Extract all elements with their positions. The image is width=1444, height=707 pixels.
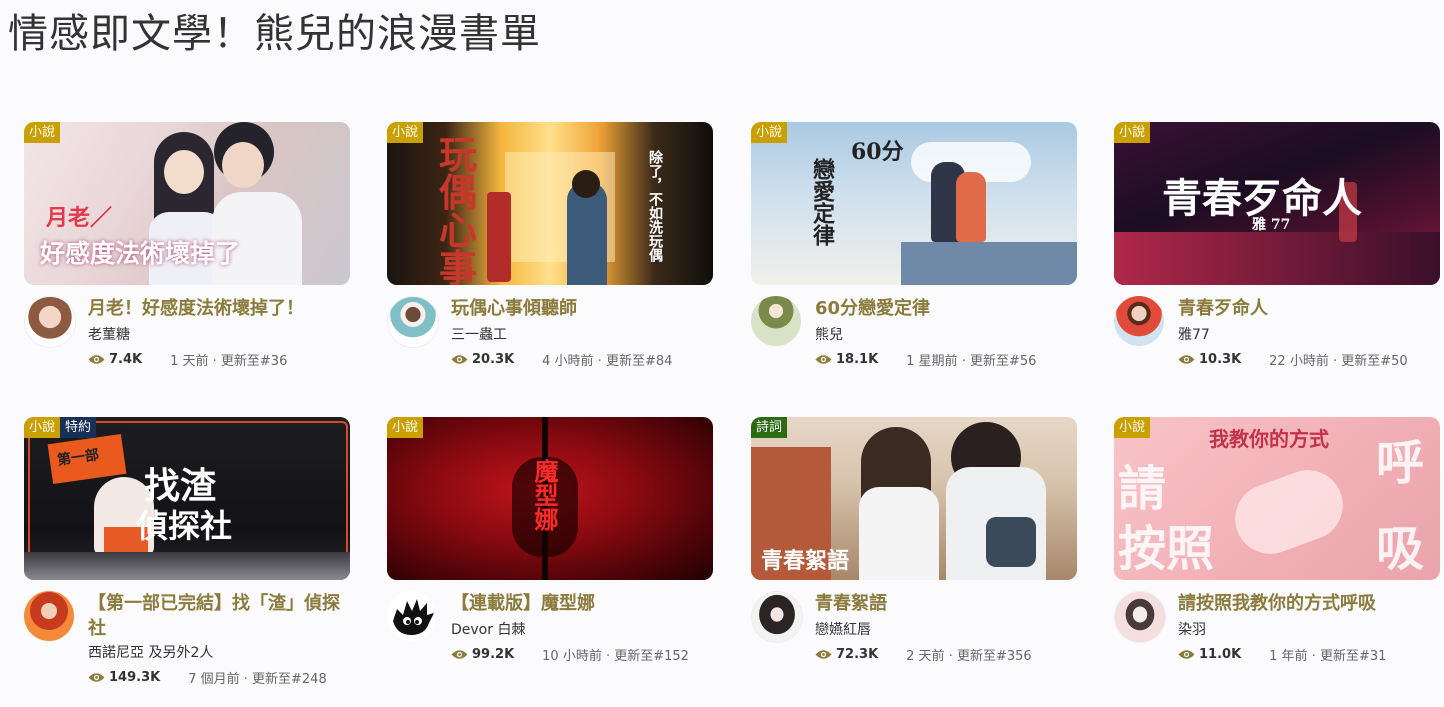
- book-title[interactable]: 60分戀愛定律: [815, 296, 1077, 321]
- tag-badge: 小說: [24, 417, 61, 438]
- tag-list: 小說: [387, 122, 424, 143]
- stats-row: 11.0K 1 年前 · 更新至#31: [1178, 645, 1386, 664]
- book-cover[interactable]: 找渣 偵探社 第一部: [24, 417, 350, 580]
- book-title[interactable]: 月老！好感度法術壞掉了！: [88, 296, 350, 321]
- tag-list: 小說: [1114, 417, 1151, 438]
- cover-title-2: 按照: [1118, 521, 1215, 577]
- eye-icon: [451, 650, 468, 659]
- stats-row: 20.3K 4 小時前 · 更新至#84: [451, 350, 672, 369]
- book-cover[interactable]: 魔型娜: [387, 417, 713, 580]
- cover-subtitle: 除了，不如洗玩偶: [647, 150, 663, 262]
- update-info: 10 小時前 · 更新至#152: [542, 649, 689, 664]
- author-name[interactable]: Devor 白棘: [451, 619, 525, 639]
- tag-list: 小說: [1114, 122, 1151, 143]
- update-info: 1 年前 · 更新至#31: [1269, 649, 1387, 664]
- cover-title: 魔型娜: [530, 459, 559, 531]
- tag-badge-signed: 特約: [60, 417, 97, 438]
- view-count: 72.3K: [836, 647, 879, 662]
- view-count: 11.0K: [1199, 647, 1242, 662]
- author-avatar[interactable]: [24, 591, 74, 641]
- stats-row: 72.3K 2 天前 · 更新至#356: [815, 645, 1032, 664]
- author-avatar[interactable]: [387, 591, 437, 641]
- author-avatar[interactable]: [24, 296, 76, 348]
- author-avatar[interactable]: [1114, 591, 1166, 643]
- book-cover[interactable]: 我教你的方式 請 按照 呼 吸: [1114, 417, 1440, 580]
- tag-list: 小說: [387, 417, 424, 438]
- tag-list: 詩詞: [751, 417, 788, 438]
- cover-title-2: 戀愛定律: [809, 158, 835, 246]
- stats-row: 149.3K 7 個月前 · 更新至#248: [88, 668, 327, 687]
- view-count: 149.3K: [109, 670, 161, 685]
- book-cover[interactable]: 60分 戀愛定律: [751, 122, 1077, 285]
- tag-badge: 小說: [1114, 122, 1151, 143]
- cover-title-2: 偵探社: [136, 507, 233, 545]
- cover-title-3: 呼: [1376, 435, 1425, 491]
- update-info: 1 星期前 · 更新至#56: [906, 354, 1037, 369]
- tag-list: 小說: [751, 122, 788, 143]
- tag-badge: 小說: [751, 122, 788, 143]
- book-cover[interactable]: 月老／ 好感度法術壞掉了: [24, 122, 350, 285]
- cover-title-4: 吸: [1376, 521, 1425, 577]
- author-name[interactable]: 染羽: [1178, 619, 1206, 639]
- stats-row: 18.1K 1 星期前 · 更新至#56: [815, 350, 1036, 369]
- book-title[interactable]: 請按照我教你的方式呼吸: [1178, 591, 1440, 616]
- update-info: 2 天前 · 更新至#356: [906, 649, 1032, 664]
- eye-icon: [451, 355, 468, 364]
- author-name[interactable]: 西諾尼亞 及另外2人: [88, 642, 213, 662]
- eye-icon: [88, 355, 105, 364]
- stats-row: 10.3K 22 小時前 · 更新至#50: [1178, 350, 1408, 369]
- book-title[interactable]: 青春歹命人: [1178, 296, 1440, 321]
- book-cover[interactable]: 青春絮語: [751, 417, 1077, 580]
- tag-badge: 小說: [1114, 417, 1151, 438]
- author-name[interactable]: 三一蟲工: [451, 324, 507, 344]
- tag-badge: 小說: [387, 417, 424, 438]
- tag-badge: 詩詞: [751, 417, 788, 438]
- update-info: 7 個月前 · 更新至#248: [188, 672, 327, 687]
- eye-icon: [1178, 650, 1195, 659]
- eye-icon: [815, 355, 832, 364]
- book-title[interactable]: 青春絮語: [815, 591, 1077, 616]
- author-avatar[interactable]: [1114, 296, 1164, 346]
- view-count: 18.1K: [836, 352, 879, 367]
- cover-title-2: 好感度法術壞掉了: [40, 239, 241, 268]
- author-name[interactable]: 戀嬿紅唇: [815, 619, 871, 639]
- book-title[interactable]: 【第一部已完結】找「渣」偵探社: [88, 591, 350, 641]
- view-count: 7.4K: [109, 352, 143, 367]
- eye-icon: [88, 673, 105, 682]
- author-name[interactable]: 熊兒: [815, 324, 843, 344]
- cover-title: 玩偶心事: [439, 132, 478, 286]
- author-avatar[interactable]: [751, 296, 801, 346]
- tag-badge: 小說: [387, 122, 424, 143]
- eye-icon: [1178, 355, 1195, 364]
- tag-badge: 小說: [24, 122, 61, 143]
- author-name[interactable]: 雅77: [1178, 324, 1210, 344]
- cover-subtitle: 我教你的方式: [1209, 427, 1329, 451]
- stats-row: 99.2K 10 小時前 · 更新至#152: [451, 645, 689, 664]
- book-title[interactable]: 玩偶心事傾聽師: [451, 296, 713, 321]
- author-avatar[interactable]: [751, 591, 803, 643]
- page-title: 情感即文學！熊兒的浪漫書單: [8, 11, 541, 57]
- cover-title-1: 60分: [851, 139, 904, 165]
- update-info: 22 小時前 · 更新至#50: [1269, 354, 1408, 369]
- eye-icon: [815, 650, 832, 659]
- book-cover[interactable]: 玩偶心事 除了，不如洗玩偶: [387, 122, 713, 285]
- author-name[interactable]: 老菫糖: [88, 324, 130, 344]
- view-count: 10.3K: [1199, 352, 1242, 367]
- tag-list: 小說: [24, 122, 61, 143]
- cover-title-1: 月老／: [46, 205, 113, 231]
- view-count: 99.2K: [472, 647, 515, 662]
- stats-row: 7.4K 1 天前 · 更新至#36: [88, 350, 287, 369]
- cover-author: 雅 77: [1252, 217, 1291, 233]
- book-title[interactable]: 【連載版】魔型娜: [451, 591, 713, 616]
- update-info: 4 小時前 · 更新至#84: [542, 354, 673, 369]
- author-avatar[interactable]: [387, 296, 439, 348]
- update-info: 1 天前 · 更新至#36: [170, 354, 288, 369]
- view-count: 20.3K: [472, 352, 515, 367]
- hedgehog-icon: [393, 599, 434, 635]
- book-cover[interactable]: 青春歹命人 雅 77: [1114, 122, 1440, 285]
- cover-title: 青春絮語: [761, 548, 850, 574]
- tag-list: 小說 特約: [24, 417, 97, 438]
